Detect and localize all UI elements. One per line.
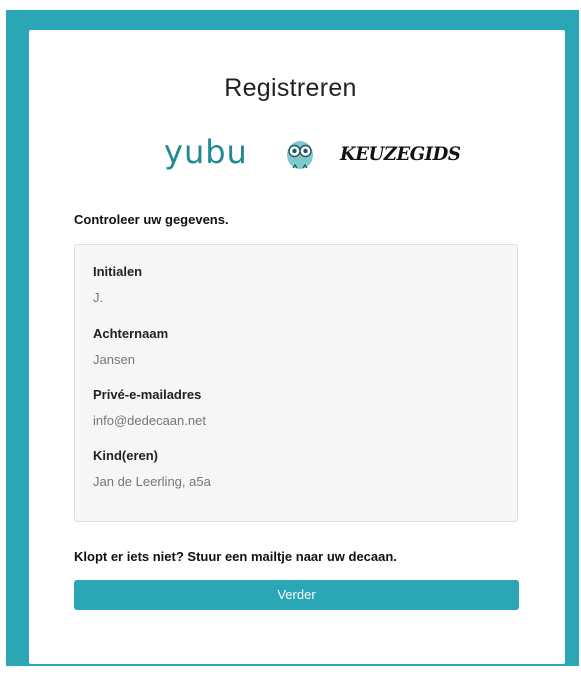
yubu-logo: yubu	[164, 133, 248, 171]
owl-icon	[287, 141, 313, 169]
page-title: Registreren	[224, 74, 357, 102]
keuzegids-logo: KEUZEGIDS	[340, 143, 461, 165]
initials-label: Initialen	[93, 264, 143, 279]
continue-button[interactable]: Verder	[74, 580, 519, 610]
details-box: Initialen J. Achternaam Jansen Privé-e-m…	[74, 244, 518, 522]
surname-label: Achternaam	[93, 326, 169, 341]
surname-value: Jansen	[93, 352, 135, 367]
children-value: Jan de Leerling, a5a	[93, 474, 211, 489]
check-details-label: Controleer uw gegevens.	[74, 212, 229, 227]
contact-counselor-text: Klopt er iets niet? Stuur een mailtje na…	[74, 549, 397, 564]
email-label: Privé-e-mailadres	[93, 387, 202, 402]
logo-bar: yubu KEUZEGIDS	[0, 134, 581, 174]
children-label: Kind(eren)	[93, 448, 158, 463]
email-value: info@dedecaan.net	[93, 413, 206, 428]
initials-value: J.	[93, 290, 104, 305]
